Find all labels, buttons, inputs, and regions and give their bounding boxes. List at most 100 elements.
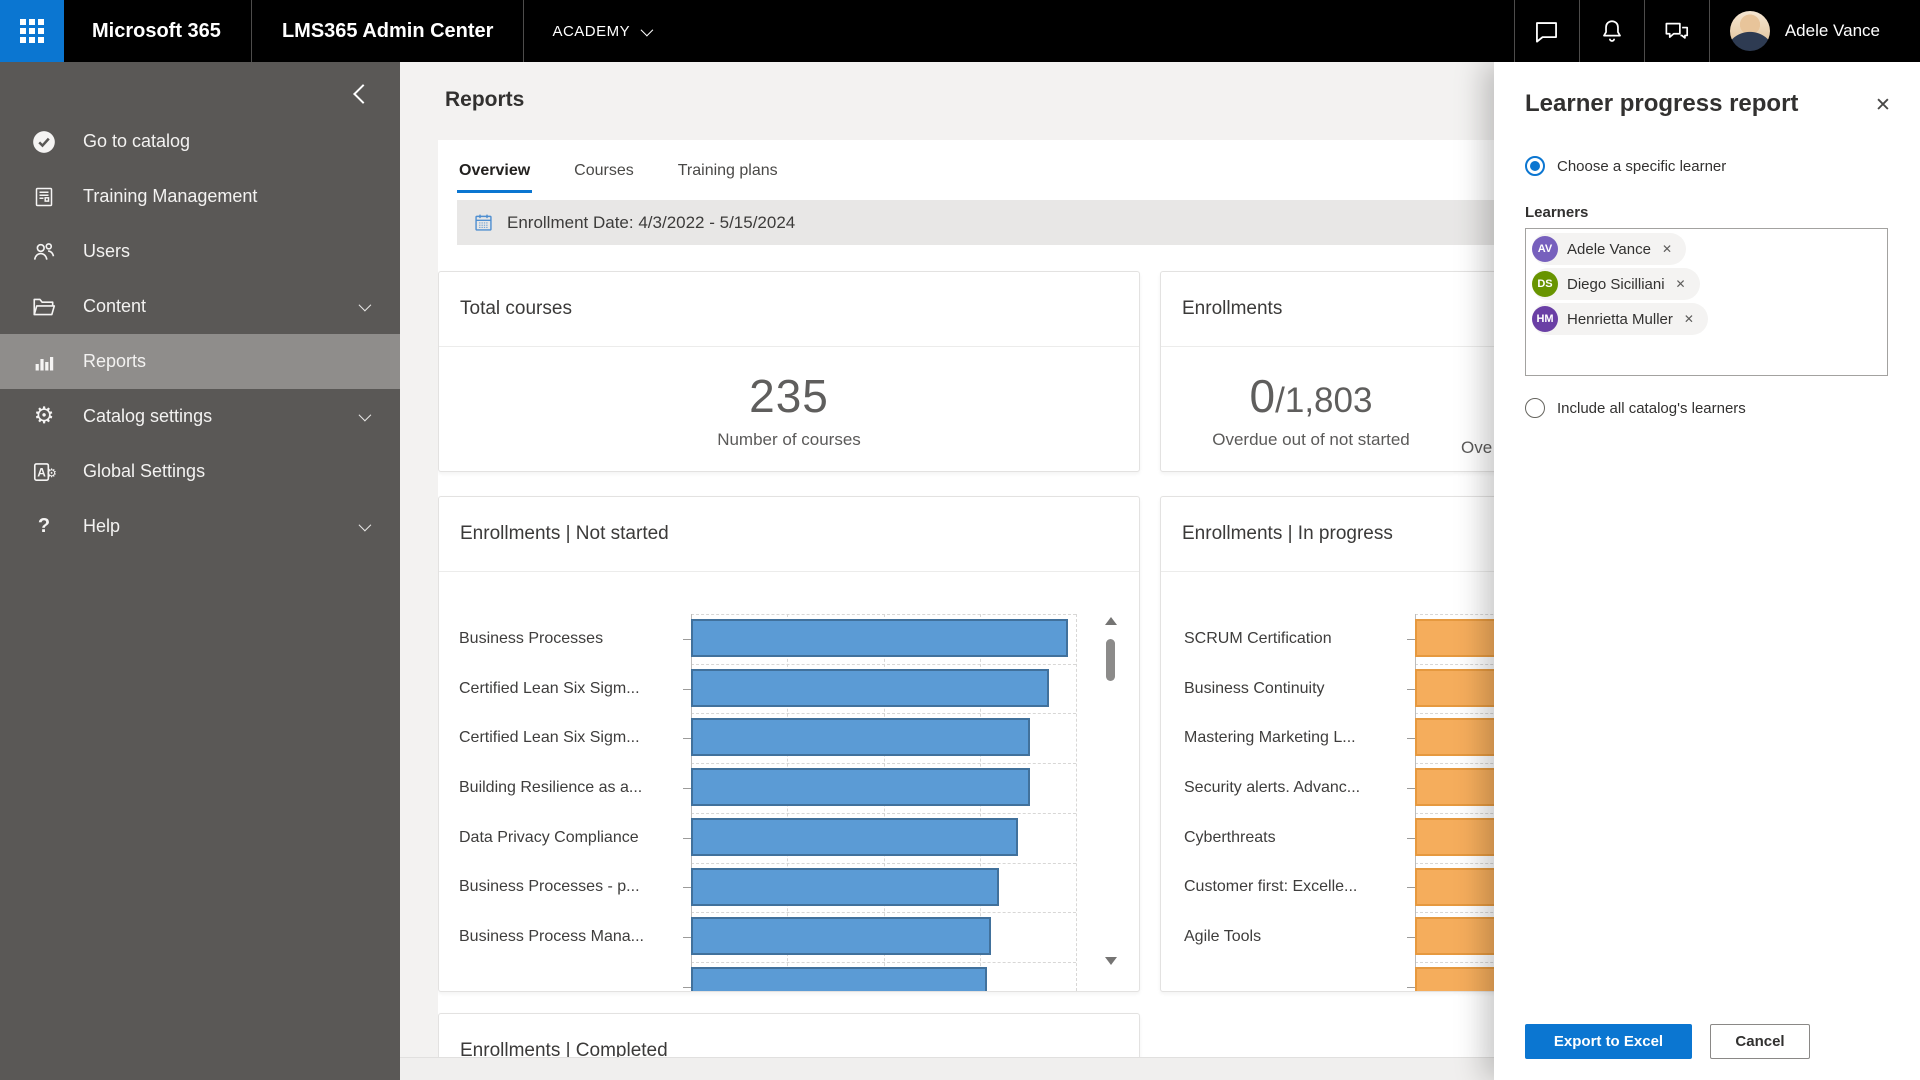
- catalog-switcher[interactable]: ACADEMY: [524, 0, 678, 62]
- sidebar-item-help[interactable]: ?Help: [0, 499, 400, 554]
- chart-title: Enrollments | In progress: [1182, 523, 1393, 545]
- bar: [691, 967, 987, 991]
- chart-title: Enrollments | Not started: [460, 523, 669, 545]
- axis-tick: [683, 887, 691, 888]
- learner-chip: HM Henrietta Muller: [1532, 303, 1708, 335]
- tab-overview[interactable]: Overview: [457, 152, 532, 193]
- enrollment-date-text: Enrollment Date: 4/3/2022 - 5/15/2024: [507, 213, 795, 233]
- svg-text:A: A: [37, 465, 46, 479]
- bar: [691, 917, 991, 955]
- chevron-down-icon: [359, 519, 372, 532]
- axis-tick: [683, 838, 691, 839]
- learner-name: Henrietta Muller: [1567, 311, 1673, 328]
- radio-include-all-learners[interactable]: Include all catalog's learners: [1525, 398, 1746, 418]
- tab-courses[interactable]: Courses: [572, 152, 636, 193]
- category-label: Mastering Marketing L...: [1184, 713, 1408, 763]
- category-label: Data Privacy Compliance: [459, 813, 683, 863]
- bar: [691, 619, 1068, 657]
- axis-tick: [683, 937, 691, 938]
- topbar-right: Adele Vance: [1514, 0, 1920, 62]
- radio-label: Choose a specific learner: [1557, 158, 1726, 175]
- stat-value: 235: [749, 369, 829, 423]
- page-title: Reports: [445, 88, 524, 112]
- gridline: [691, 863, 1076, 864]
- calendar-icon: [473, 212, 494, 233]
- learner-chip: AVAdele Vance: [1532, 233, 1686, 265]
- folder-icon: [30, 294, 58, 320]
- learner-avatar: AV: [1532, 236, 1558, 262]
- category-label: Business Processes: [459, 614, 683, 664]
- sidebar-item-reports[interactable]: Reports: [0, 334, 400, 389]
- card-header: Total courses: [439, 272, 1139, 347]
- gridline: [691, 763, 1076, 764]
- sidebar-item-training-management[interactable]: Training Management: [0, 169, 400, 224]
- gear-icon: ⚙: [30, 405, 58, 428]
- gridline: [691, 713, 1076, 714]
- sidebar-item-label: Global Settings: [83, 461, 370, 482]
- chart-vertical-scrollbar[interactable]: [1103, 617, 1118, 965]
- sidebar-item-content[interactable]: Content: [0, 279, 400, 334]
- category-label: Business Continuity: [1184, 664, 1408, 714]
- axis-tick: [1407, 937, 1415, 938]
- total-courses-card: Total courses 235 Number of courses: [438, 271, 1140, 472]
- scroll-down-icon[interactable]: [1105, 957, 1117, 965]
- bar-chart-icon: [30, 350, 58, 374]
- stat: 0 /1,803 Overdue out of not started: [1161, 348, 1461, 471]
- sidebar-item-go-to-catalog[interactable]: Go to catalog: [0, 114, 400, 169]
- export-to-excel-button[interactable]: Export to Excel: [1525, 1024, 1692, 1059]
- sidebar-item-global-settings[interactable]: A⚙Global Settings: [0, 444, 400, 499]
- tab-training-plans[interactable]: Training plans: [676, 152, 780, 193]
- learner-progress-report-panel: Learner progress report Choose a specifi…: [1494, 62, 1920, 1080]
- gridline: [691, 664, 1076, 665]
- category-label: Business Processes - p...: [459, 863, 683, 913]
- product-name[interactable]: Microsoft 365: [64, 20, 251, 43]
- axis-tick: [1407, 788, 1415, 789]
- not-started-chart: Business Processes Certified Lean Six Sig…: [439, 573, 1139, 991]
- bar: [691, 718, 1030, 756]
- screen: Microsoft 365 LMS365 Admin Center ACADEM…: [0, 0, 1920, 1080]
- sidebar-item-label: Users: [83, 241, 370, 262]
- remove-learner-icon[interactable]: [1660, 242, 1674, 256]
- app-launcher-icon[interactable]: [0, 0, 64, 62]
- category-label: Certified Lean Six Sigm...: [459, 713, 683, 763]
- notifications-bell-icon[interactable]: [1580, 0, 1644, 62]
- question-icon: ?: [30, 515, 58, 538]
- close-icon[interactable]: [1866, 88, 1900, 122]
- cancel-button[interactable]: Cancel: [1710, 1024, 1810, 1059]
- scrollbar-thumb[interactable]: [1106, 639, 1115, 681]
- remove-learner-icon[interactable]: [1682, 312, 1696, 326]
- document-icon: [30, 185, 58, 209]
- sidebar-item-label: Reports: [83, 351, 370, 372]
- chat-icon[interactable]: [1515, 0, 1579, 62]
- chevron-down-icon: [359, 409, 372, 422]
- axis-tick: [683, 689, 691, 690]
- radio-unselected-icon: [1525, 398, 1545, 418]
- sidebar-item-catalog-settings[interactable]: ⚙Catalog settings: [0, 389, 400, 444]
- axis-tick: [683, 639, 691, 640]
- learners-label: Learners: [1525, 204, 1588, 221]
- category-label: Business Process Mana...: [459, 912, 683, 962]
- gridline: [691, 912, 1076, 913]
- stat-label-clipped: Ove: [1461, 438, 1492, 458]
- bar: [691, 768, 1030, 806]
- sidebar-item-users[interactable]: Users: [0, 224, 400, 279]
- scroll-up-icon[interactable]: [1105, 617, 1117, 625]
- category-label: Building Resilience as a...: [459, 763, 683, 813]
- radio-choose-specific-learner[interactable]: Choose a specific learner: [1525, 156, 1726, 176]
- axis-tick: [1407, 738, 1415, 739]
- card-title: Enrollments: [1182, 298, 1282, 320]
- user-name: Adele Vance: [1785, 21, 1880, 41]
- feedback-icon[interactable]: [1645, 0, 1709, 62]
- sidebar-collapse-button[interactable]: [346, 78, 380, 112]
- sidebar: Go to catalogTraining Management Users Con…: [0, 62, 400, 1080]
- category-label: Security alerts. Advanc...: [1184, 763, 1408, 813]
- account-menu[interactable]: Adele Vance: [1710, 0, 1920, 62]
- radio-selected-icon: [1525, 156, 1545, 176]
- stat-label: Number of courses: [717, 430, 861, 450]
- remove-learner-icon[interactable]: [1674, 277, 1688, 291]
- bar: [691, 818, 1018, 856]
- learner-avatar: HM: [1532, 306, 1558, 332]
- app-name: LMS365 Admin Center: [252, 20, 524, 43]
- category-label: SCRUM Certification: [1184, 614, 1408, 664]
- learners-picker-input[interactable]: AVAdele VanceDSDiego SicillianiHMHenriet…: [1525, 228, 1888, 376]
